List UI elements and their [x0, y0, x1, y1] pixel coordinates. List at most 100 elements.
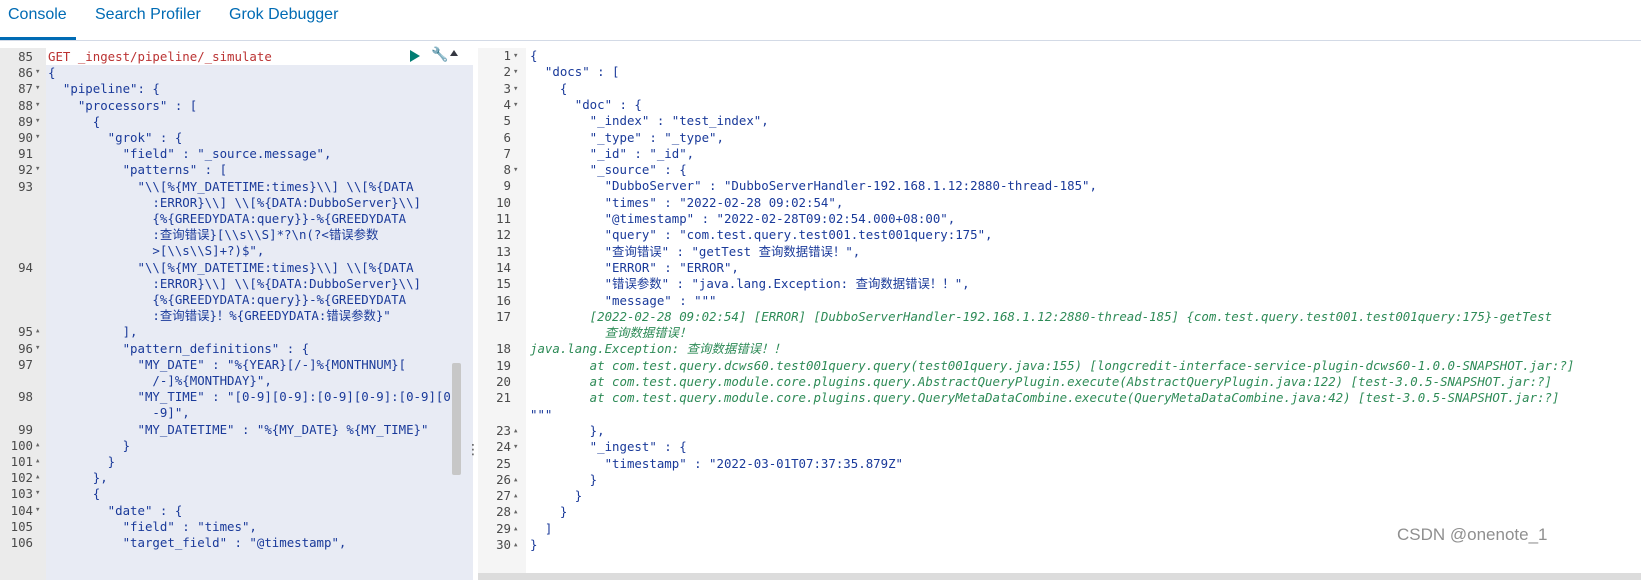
fold-toggle-icon[interactable]: ▾ — [35, 129, 45, 146]
fold-toggle-icon[interactable]: ▾ — [35, 161, 45, 178]
request-code-line[interactable]: -9]", — [0, 404, 470, 421]
line-number: 96 — [18, 340, 33, 356]
fold-toggle-icon[interactable]: ▴ — [513, 488, 523, 504]
request-code-line[interactable]: 93 "\\[%{MY_DATETIME:times}\\] \\[%{DATA — [0, 178, 470, 195]
fold-toggle-icon[interactable]: ▴ — [35, 437, 45, 454]
request-code-line[interactable]: 103 ▾ { — [0, 485, 470, 502]
request-code-line[interactable]: :查询错误}[\\s\\S]*?\n(?<错误参数 — [0, 226, 470, 243]
request-code-line[interactable]: 85 GET _ingest/pipeline/_simulate — [0, 48, 470, 65]
response-code-line: 8 ▾ "_source" : { — [478, 162, 1638, 178]
arrow-up-icon[interactable] — [450, 50, 458, 56]
request-code-line[interactable]: 104 ▾ "date" : { — [0, 502, 470, 519]
response-code-line: 9 "DubboServer" : "DubboServerHandler-19… — [478, 178, 1638, 194]
code-text: "MY_TIME" : "[0-9][0-9]:[0-9][0-9]:[0-9]… — [48, 389, 451, 405]
request-code-line[interactable]: 99 "MY_DATETIME" : "%{MY_DATE} %{MY_TIME… — [0, 421, 470, 438]
code-text: } — [48, 454, 116, 469]
request-code-line[interactable]: 97 "MY_DATE" : "%{YEAR}[/-]%{MONTHNUM}[ — [0, 356, 470, 373]
code-text: "错误参数" : "java.lang.Exception: 查询数据错误！！"… — [530, 276, 970, 292]
fold-toggle-icon[interactable]: ▾ — [35, 340, 45, 357]
response-code-line: 23 ▴ }, — [478, 423, 1638, 439]
fold-toggle-icon[interactable]: ▾ — [513, 81, 523, 97]
response-code-line: 13 "查询错误" : "getTest 查询数据错误！", — [478, 244, 1638, 260]
fold-toggle-icon[interactable]: ▴ — [513, 537, 523, 553]
request-code-line[interactable]: 92 ▾ "patterns" : [ — [0, 161, 470, 178]
request-code-line[interactable]: 91 "field" : "_source.message", — [0, 145, 470, 162]
line-number: 90 — [18, 130, 33, 145]
wrench-icon[interactable]: 🔧 — [431, 47, 448, 63]
request-code-line[interactable]: :查询错误}！%{GREEDYDATA:错误参数}" — [0, 307, 470, 324]
code-text: "doc" : { — [530, 96, 642, 112]
request-code-line[interactable]: /-]%{MONTHDAY}", — [0, 372, 470, 389]
code-text: -9]", — [48, 405, 190, 421]
fold-toggle-icon[interactable]: ▴ — [35, 469, 45, 486]
request-code-line[interactable]: 105 "field" : "times", — [0, 518, 470, 535]
fold-toggle-icon[interactable]: ▾ — [35, 64, 45, 81]
fold-toggle-icon[interactable]: ▾ — [35, 502, 45, 519]
line-number: 92 — [18, 162, 33, 178]
code-text: "\\[%{MY_DATETIME:times}\\] \\[%{DATA — [48, 178, 414, 194]
code-text: "@timestamp" : "2022-02-28T09:02:54.000+… — [530, 211, 956, 226]
play-icon[interactable] — [410, 50, 420, 62]
code-text: "times" : "2022-02-28 09:02:54", — [530, 194, 844, 210]
request-code-line[interactable]: 86 ▾{ — [0, 64, 470, 81]
line-number: 104 — [10, 502, 33, 518]
response-code-line: 3 ▾ { — [478, 81, 1638, 97]
request-code-line[interactable]: 96 ▾ "pattern_definitions" : { — [0, 340, 470, 357]
request-editor[interactable]: 85 GET _ingest/pipeline/_simulate 86 ▾{87 ▾ … — [0, 48, 473, 580]
fold-toggle-icon[interactable]: ▾ — [513, 64, 523, 80]
fold-toggle-icon[interactable]: ▴ — [513, 423, 523, 439]
request-code-line[interactable]: 94 "\\[%{MY_DATETIME:times}\\] \\[%{DATA — [0, 259, 470, 276]
tab-console[interactable]: Console — [8, 6, 67, 24]
tab-search-profiler[interactable]: Search Profiler — [95, 6, 201, 24]
line-number: 101 — [10, 454, 33, 469]
request-code-line[interactable]: :ERROR}\\] \\[%{DATA:DubboServer}\\] — [0, 194, 470, 211]
code-text: } — [530, 471, 598, 487]
response-horizontal-scrollbar[interactable] — [478, 573, 1641, 580]
fold-toggle-icon[interactable]: ▾ — [513, 48, 523, 64]
request-code-line[interactable]: :ERROR}\\] \\[%{DATA:DubboServer}\\] — [0, 275, 470, 292]
fold-toggle-icon[interactable]: ▴ — [513, 472, 523, 488]
request-code-line[interactable]: 89 ▾ { — [0, 113, 470, 130]
fold-toggle-icon[interactable]: ▴ — [35, 453, 45, 470]
line-number: 89 — [18, 113, 33, 129]
request-code-line[interactable]: 87 ▾ "pipeline": { — [0, 80, 470, 97]
response-code-line: 1 ▾ { — [478, 48, 1638, 64]
request-code-line[interactable]: 88 ▾ "processors" : [ — [0, 97, 470, 114]
fold-toggle-icon[interactable]: ▾ — [35, 80, 45, 97]
code-text: } — [530, 537, 538, 552]
fold-toggle-icon[interactable]: ▴ — [35, 323, 45, 340]
fold-toggle-icon[interactable]: ▴ — [513, 504, 523, 520]
request-code-line[interactable]: 102 ▴ }, — [0, 469, 470, 486]
request-code-line[interactable]: 90 ▾ "grok" : { — [0, 129, 470, 146]
fold-toggle-icon[interactable]: ▾ — [35, 485, 45, 502]
line-number: 28 — [496, 504, 511, 520]
request-code-line[interactable]: {%{GREEDYDATA:query}}-%{GREEDYDATA — [0, 291, 470, 308]
request-code-line[interactable]: 100 ▴ } — [0, 437, 470, 454]
top-navigation: Console Search Profiler Grok Debugger — [0, 0, 1641, 41]
line-number: 99 — [18, 421, 33, 437]
code-text: :ERROR}\\] \\[%{DATA:DubboServer}\\] — [48, 275, 421, 291]
response-code-line: 5 "_index" : "test_index", — [478, 113, 1638, 129]
code-text: GET _ingest/pipeline/_simulate — [48, 49, 272, 64]
watermark: CSDN @onenote_1 — [1397, 525, 1548, 544]
fold-toggle-icon[interactable]: ▾ — [35, 113, 45, 130]
request-code-line[interactable]: 95 ▴ ], — [0, 323, 470, 340]
request-code-line[interactable]: {%{GREEDYDATA:query}}-%{GREEDYDATA — [0, 210, 470, 227]
fold-toggle-icon[interactable]: ▾ — [35, 97, 45, 114]
response-output[interactable]: 1 ▾{2 ▾ "docs" : [3 ▾ {4 ▾ "doc" : {5 "_inde… — [478, 48, 1641, 580]
code-text: "pattern_definitions" : { — [48, 340, 310, 356]
code-text: "DubboServer" : "DubboServerHandler-192.… — [530, 178, 1097, 194]
request-code-line[interactable]: >[\\s\\S]+?)$", — [0, 242, 470, 259]
request-code-line[interactable]: 98 "MY_TIME" : "[0-9][0-9]:[0-9][0-9]:[0… — [0, 388, 470, 405]
request-code-line[interactable]: 106 "target_field" : "@timestamp", — [0, 534, 470, 551]
fold-toggle-icon[interactable]: ▴ — [513, 521, 523, 537]
request-code-line[interactable]: 101 ▴ } — [0, 453, 470, 470]
tab-grok-debugger[interactable]: Grok Debugger — [229, 6, 338, 24]
line-number: 98 — [18, 389, 33, 405]
code-text: "_type" : "_type", — [530, 129, 724, 145]
fold-toggle-icon[interactable]: ▾ — [513, 162, 523, 178]
fold-toggle-icon[interactable]: ▾ — [513, 97, 523, 113]
request-editor-scrollbar[interactable] — [452, 363, 461, 475]
fold-toggle-icon[interactable]: ▾ — [513, 439, 523, 455]
line-number: 23 — [496, 422, 511, 438]
